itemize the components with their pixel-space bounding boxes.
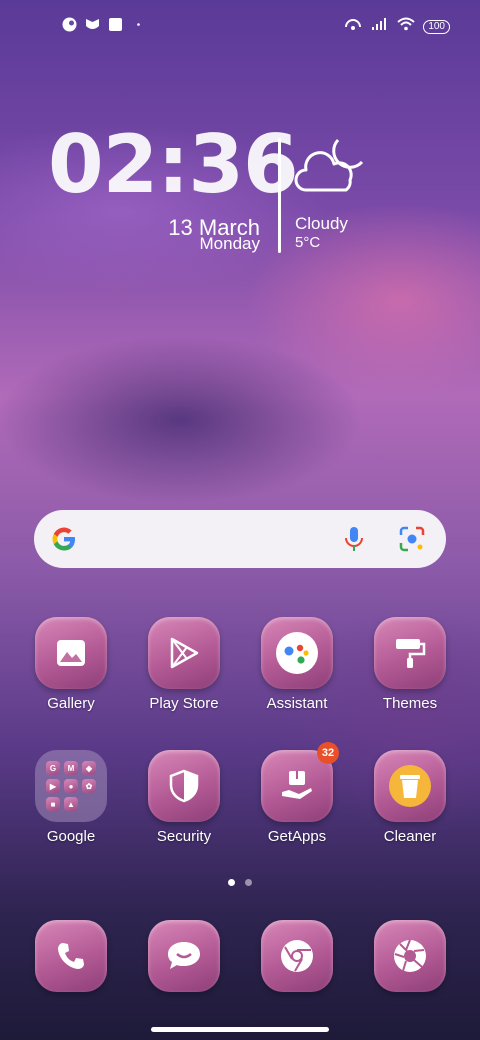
meet-icon: ■ — [46, 797, 60, 811]
notification-badge: 32 — [317, 742, 339, 764]
themes-icon[interactable] — [374, 617, 446, 689]
app-label: GetApps — [267, 828, 327, 845]
folder-google[interactable]: G M ◆ ▶ ● ✿ ■ ▲ Google — [21, 750, 121, 845]
app-security[interactable]: Security — [134, 750, 234, 845]
cloudy-night-icon[interactable] — [294, 136, 366, 201]
folder-icon[interactable]: G M ◆ ▶ ● ✿ ■ ▲ — [35, 750, 107, 822]
status-bar-left — [62, 17, 146, 32]
app-getapps[interactable]: 32 GetApps — [247, 742, 347, 845]
phone-icon[interactable] — [35, 920, 107, 992]
status-bar-right: 100 — [343, 17, 450, 36]
assistant-icon[interactable] — [261, 617, 333, 689]
weather-condition: Cloudy — [295, 214, 348, 233]
page-dot[interactable] — [245, 879, 252, 886]
mic-icon[interactable] — [342, 526, 366, 557]
gallery-icon[interactable] — [35, 617, 107, 689]
app-label: Google — [46, 828, 96, 845]
app-assistant[interactable]: Assistant — [247, 617, 347, 712]
google-search-bar[interactable] — [34, 510, 446, 568]
app-gallery[interactable]: Gallery — [21, 617, 121, 712]
battery-indicator: 100 — [423, 19, 450, 34]
files-icon: ▲ — [64, 797, 78, 811]
notification-icon — [62, 17, 77, 32]
cleaner-icon[interactable] — [374, 750, 446, 822]
page-indicator — [228, 879, 252, 886]
app-label: Assistant — [266, 695, 328, 712]
page-dot-active[interactable] — [228, 879, 235, 886]
app-label: Security — [156, 828, 212, 845]
google-logo-icon — [50, 525, 78, 558]
drive-icon: ● — [64, 779, 78, 793]
youtube-icon: ▶ — [46, 779, 60, 793]
app-label: Play Store — [149, 695, 219, 712]
weather-temperature: 5°C — [295, 234, 321, 251]
gmail-icon: M — [64, 761, 78, 775]
app-label: Cleaner — [383, 828, 437, 845]
getapps-icon[interactable]: 32 — [261, 742, 339, 822]
app-play-store[interactable]: Play Store — [134, 617, 234, 712]
shield-notification-icon — [85, 17, 100, 32]
app-label: Themes — [382, 695, 438, 712]
maps-icon: ◆ — [82, 761, 96, 775]
play-store-icon[interactable] — [148, 617, 220, 689]
dock-browser[interactable] — [247, 920, 347, 992]
security-icon[interactable] — [148, 750, 220, 822]
app-themes[interactable]: Themes — [360, 617, 460, 712]
home-gesture-bar[interactable] — [151, 1027, 329, 1032]
dock-camera[interactable] — [360, 920, 460, 992]
lens-icon[interactable] — [399, 526, 425, 557]
hotspot-icon — [343, 17, 363, 36]
camera-icon[interactable] — [374, 920, 446, 992]
clock-weekday: Monday — [199, 234, 260, 253]
clock-time[interactable]: 02:36 — [48, 118, 299, 211]
wifi-icon — [397, 17, 415, 36]
google-app-icon: G — [46, 761, 60, 775]
app-label: Gallery — [47, 695, 95, 712]
browser-icon[interactable] — [261, 920, 333, 992]
photos-icon: ✿ — [82, 779, 96, 793]
dot-icon — [131, 17, 146, 32]
messages-icon[interactable] — [148, 920, 220, 992]
dock-messages[interactable] — [134, 920, 234, 992]
app-cleaner[interactable]: Cleaner — [360, 750, 460, 845]
dock-phone[interactable] — [21, 920, 121, 992]
widget-divider — [278, 138, 281, 253]
signal-icon — [371, 17, 389, 36]
square-notification-icon — [108, 17, 123, 32]
